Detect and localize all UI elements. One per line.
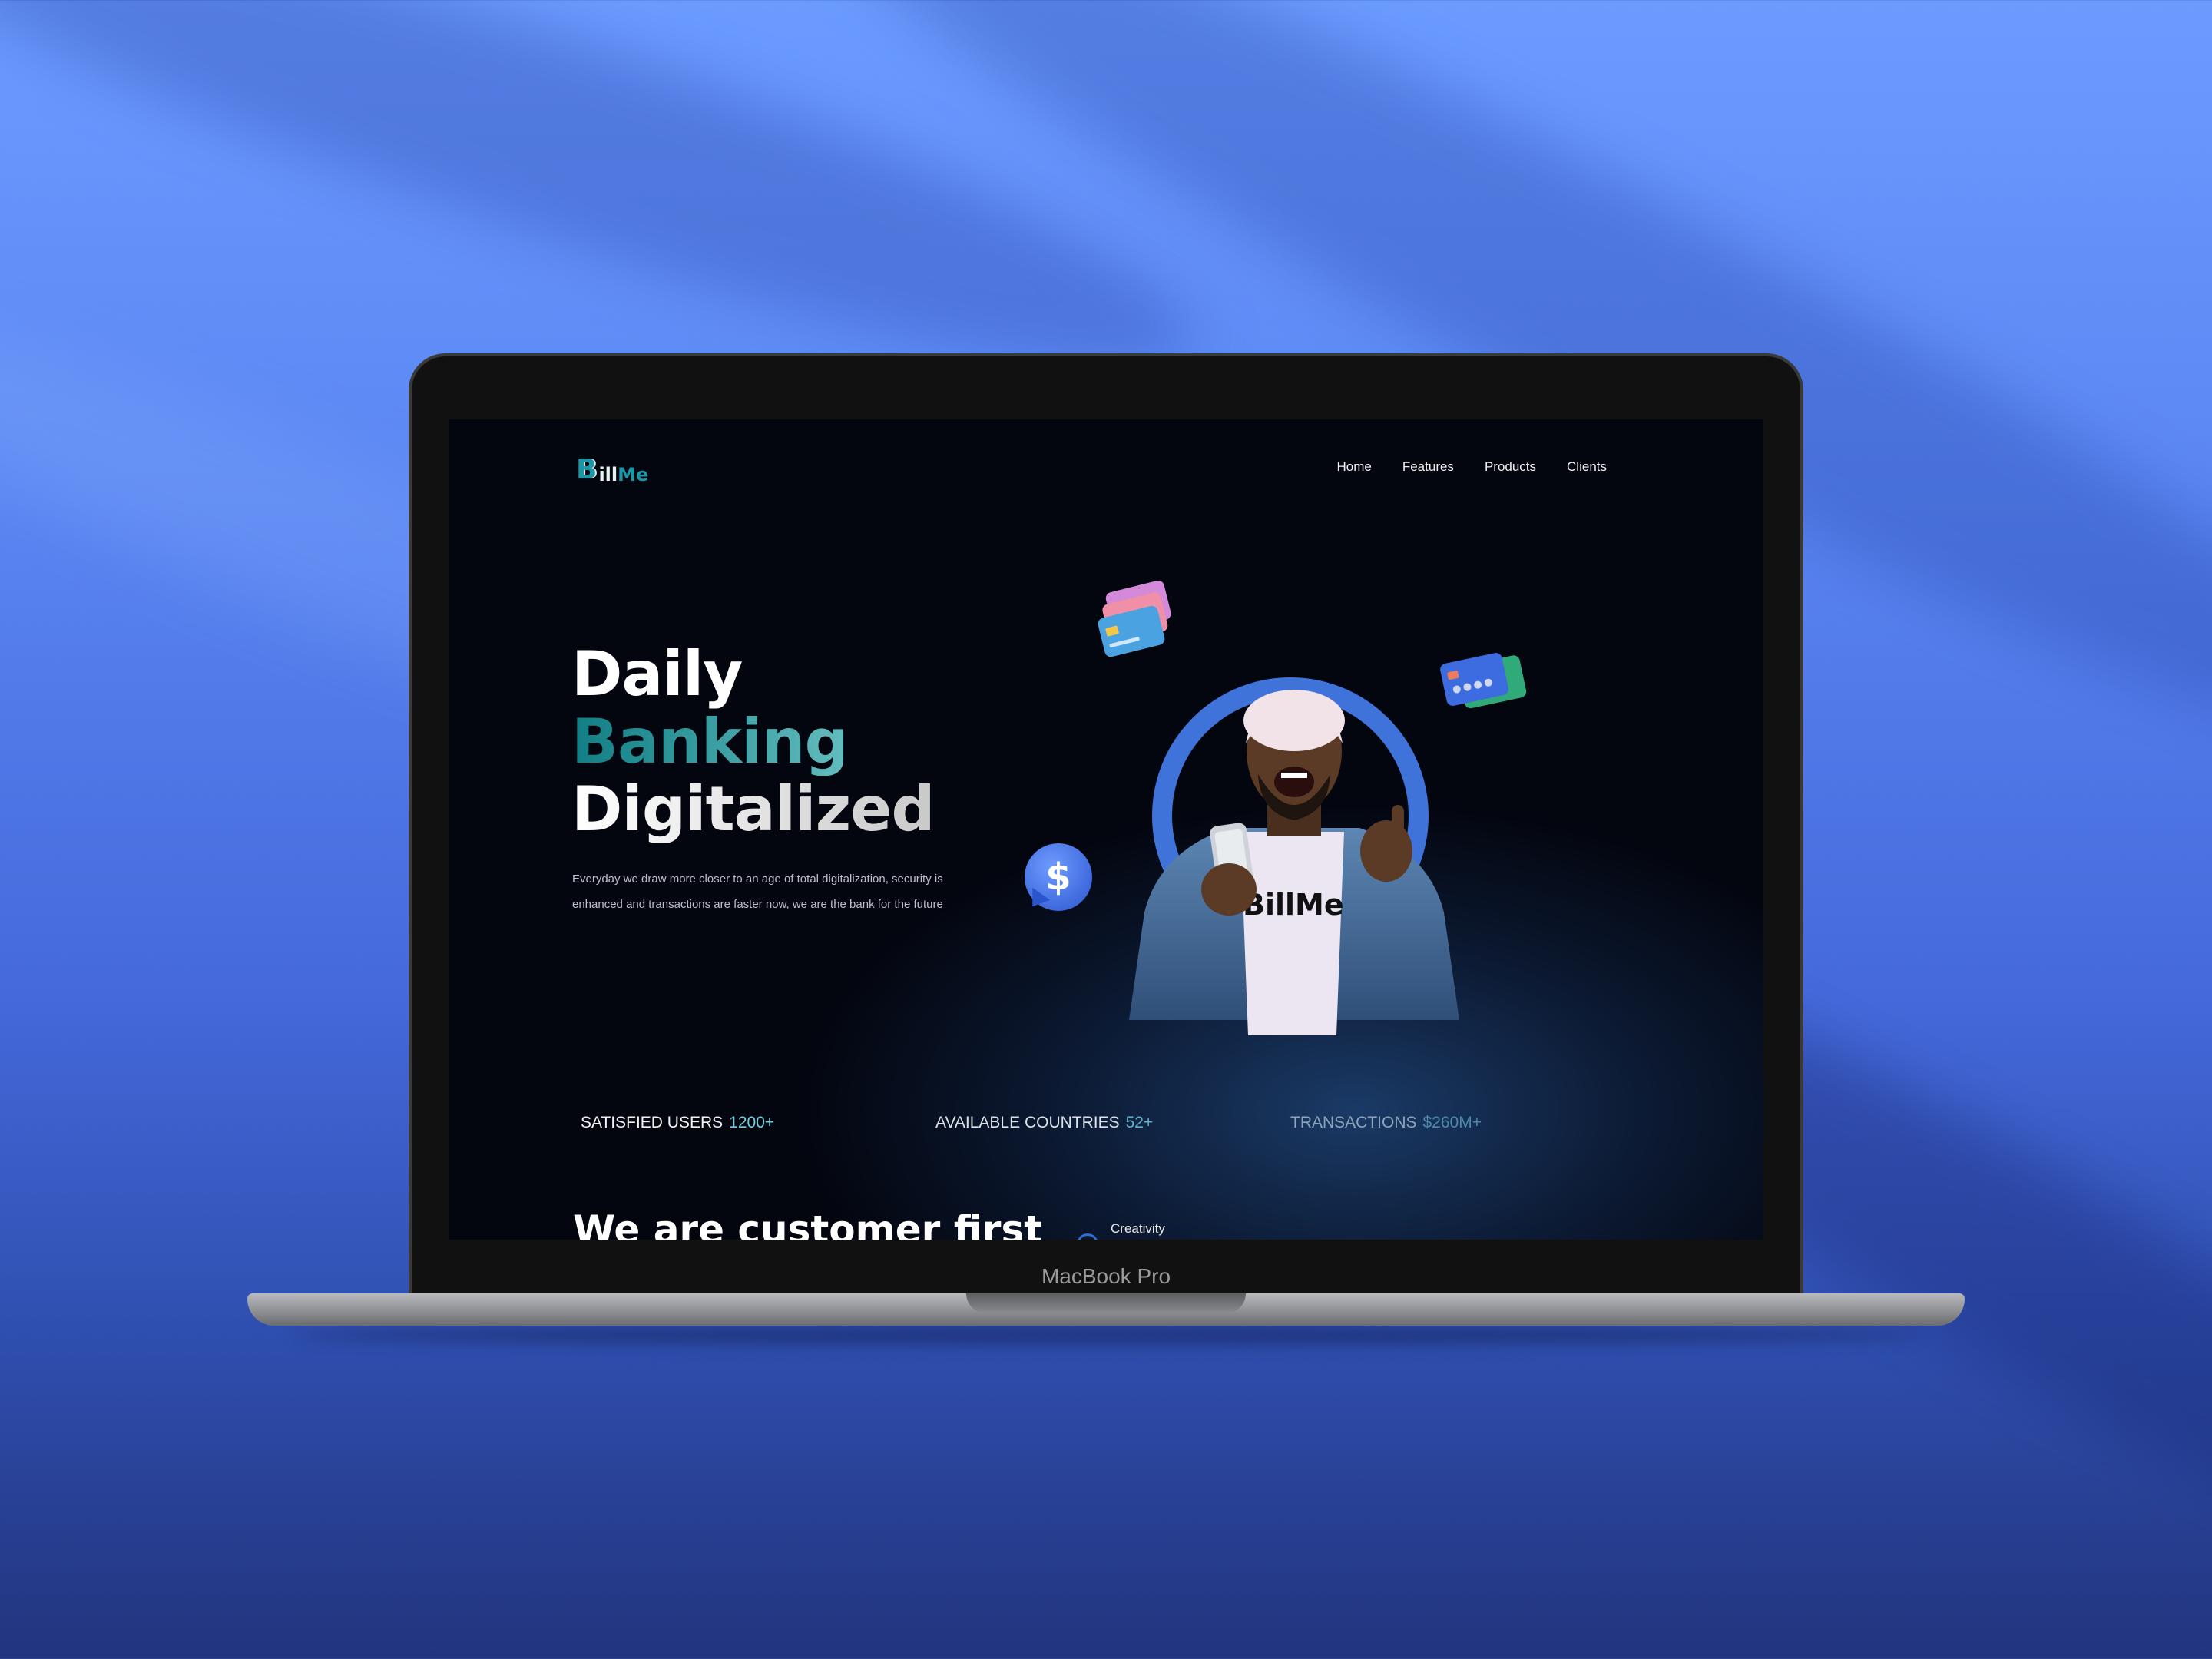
credit-cards-icon xyxy=(1098,580,1171,657)
hero-description: Everyday we draw more closer to an age o… xyxy=(572,873,943,911)
stat-available-countries: AVAILABLE COUNTRIES 52+ xyxy=(935,1114,1153,1132)
stat-value: 52+ xyxy=(1125,1114,1154,1131)
hero-title-line-3: Digitalized xyxy=(571,773,935,845)
logo-wordmark: illMe xyxy=(598,464,648,485)
creativity-icon xyxy=(1077,1233,1098,1240)
stat-value: $260M+ xyxy=(1422,1114,1482,1131)
hero-title-line-1: Daily xyxy=(571,638,743,710)
card-and-cash-icon xyxy=(1440,653,1527,709)
stat-satisfied-users: SATISFIED USERS 1200+ xyxy=(581,1114,774,1132)
nav-products[interactable]: Products xyxy=(1485,459,1536,475)
stat-label: AVAILABLE COUNTRIES xyxy=(935,1114,1120,1131)
shirt-logo-text: BillMe xyxy=(1243,888,1344,922)
stats-bar: SATISFIED USERS 1200+ AVAILABLE COUNTRIES… xyxy=(581,1114,1656,1137)
nav-features[interactable]: Features xyxy=(1402,459,1454,475)
stat-value: 1200+ xyxy=(729,1114,775,1131)
stat-label: SATISFIED USERS xyxy=(581,1114,724,1131)
hero-title-line-2: Banking xyxy=(571,708,935,776)
stat-label: TRANSACTIONS xyxy=(1290,1114,1417,1131)
laptop-notch xyxy=(966,1293,1246,1313)
nav-clients[interactable]: Clients xyxy=(1567,459,1607,475)
hero-person-illustration: BillMe xyxy=(1129,690,1459,1035)
stat-transactions: TRANSACTIONS $260M+ xyxy=(1290,1114,1482,1132)
logo-word-2: Me xyxy=(618,464,649,485)
creativity-tag: Creativity xyxy=(1111,1221,1165,1236)
logo-initial: B xyxy=(576,454,598,485)
brand-logo[interactable]: B illMe xyxy=(576,454,648,485)
website-screen: B illMe Home Features Products Clients D… xyxy=(449,419,1763,1240)
logo-word-1: ill xyxy=(598,464,618,485)
hero-title: Daily Banking Digitalized xyxy=(571,641,935,843)
laptop-model-label: MacBook Pro xyxy=(1041,1264,1171,1288)
nav-home[interactable]: Home xyxy=(1336,459,1371,475)
main-nav: Home Features Products Clients xyxy=(1336,459,1607,475)
laptop-shadow xyxy=(292,1326,1920,1344)
section-title: We are customer first xyxy=(573,1207,1043,1240)
